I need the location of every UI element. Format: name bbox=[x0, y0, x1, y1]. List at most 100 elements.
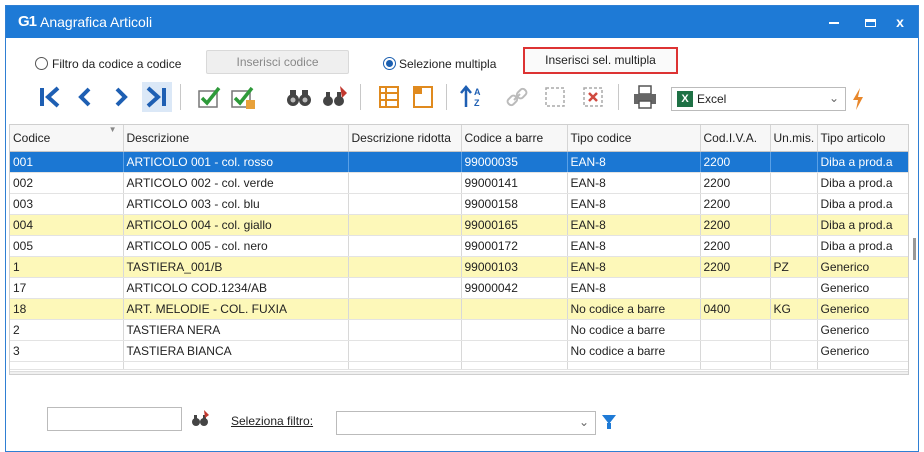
columns-icon[interactable] bbox=[374, 82, 404, 112]
table-cell-ridotta bbox=[348, 277, 462, 299]
column-header[interactable]: Tipo codice bbox=[567, 125, 701, 152]
export-format-select[interactable]: X Excel ⌄ bbox=[671, 87, 846, 111]
table-cell-ridotta bbox=[348, 319, 462, 341]
table-cell-tipo: EAN-8 bbox=[567, 151, 701, 173]
table-row[interactable]: 002 ARTICOLO 002 - col. verde 99000141 EAN-… bbox=[10, 172, 908, 194]
table-row[interactable]: 005 ARTICOLO 005 - col. nero 99000172 EAN-8… bbox=[10, 235, 908, 257]
first-record-icon[interactable] bbox=[34, 82, 64, 112]
table-row[interactable]: 003 ARTICOLO 003 - col. blu 99000158 EAN-8 2… bbox=[10, 193, 908, 215]
sort-az-icon[interactable]: A Z bbox=[458, 82, 488, 112]
close-icon: x bbox=[896, 14, 904, 30]
check-icon[interactable] bbox=[194, 82, 224, 112]
link-icon[interactable] bbox=[502, 82, 532, 112]
table-cell-codice: 005 bbox=[10, 235, 124, 257]
table-row[interactable]: 2 TASTIERA NERA No codice a barre Generico bbox=[10, 319, 908, 341]
table-cell-descrizione: ARTICOLO 005 - col. nero bbox=[123, 235, 349, 257]
table-row[interactable]: 18 ART. MELODIE - COL. FUXIA No codice a b… bbox=[10, 298, 908, 320]
table-cell-descrizione: ARTICOLO 004 - col. giallo bbox=[123, 214, 349, 236]
vertical-scrollbar-thumb[interactable] bbox=[913, 238, 916, 260]
table-cell-ridotta bbox=[348, 235, 462, 257]
table-cell-empty bbox=[10, 361, 124, 370]
table-cell-um bbox=[770, 172, 818, 194]
articles-table: Codice ▼ Descrizione Descrizione ridotta … bbox=[10, 125, 908, 370]
check-edit-icon[interactable] bbox=[228, 82, 258, 112]
table-cell-iva: 0400 bbox=[700, 298, 771, 320]
table-row[interactable]: 1 TASTIERA_001/B 99000103 EAN-8 2200 PZ Generi… bbox=[10, 256, 908, 278]
table-cell-tipo: EAN-8 bbox=[567, 214, 701, 236]
radio-multi-select[interactable] bbox=[383, 57, 396, 70]
search-user-icon[interactable] bbox=[320, 82, 350, 112]
last-record-icon[interactable] bbox=[142, 82, 172, 112]
table-cell-descrizione: TASTIERA NERA bbox=[123, 319, 349, 341]
table-cell-codice: 17 bbox=[10, 277, 124, 299]
table-cell-empty bbox=[123, 361, 349, 370]
toolbar-separator bbox=[618, 84, 619, 110]
column-header[interactable]: Codice ▼ bbox=[10, 125, 124, 152]
table-cell-barre: 99000042 bbox=[461, 277, 568, 299]
table-cell-articolo: Diba a prod.a bbox=[817, 214, 908, 236]
table-cell-um bbox=[770, 340, 818, 362]
column-header[interactable]: Codice a barre bbox=[461, 125, 568, 152]
articles-grid[interactable]: Codice ▼ Descrizione Descrizione ridotta … bbox=[9, 124, 909, 375]
table-cell-barre: 99000158 bbox=[461, 193, 568, 215]
table-row[interactable]: 17 ARTICOLO COD.1234/AB 99000042 EAN-8 Gener… bbox=[10, 277, 908, 299]
table-cell-empty bbox=[461, 361, 568, 370]
table-row[interactable]: 001 ARTICOLO 001 - col. rosso 99000035 EAN-… bbox=[10, 151, 908, 173]
insert-code-button[interactable]: Inserisci codice bbox=[206, 50, 349, 74]
table-cell-iva bbox=[700, 277, 771, 299]
select-frame-icon[interactable] bbox=[540, 82, 570, 112]
column-header[interactable]: Descrizione bbox=[123, 125, 349, 152]
column-header[interactable]: Tipo articolo bbox=[817, 125, 908, 152]
table-cell-iva bbox=[700, 319, 771, 341]
table-cell-barre bbox=[461, 319, 568, 341]
toolbar-separator bbox=[360, 84, 361, 110]
radio-code-range[interactable] bbox=[35, 57, 48, 70]
table-cell-descrizione: TASTIERA_001/B bbox=[123, 256, 349, 278]
lightning-icon[interactable] bbox=[850, 86, 866, 112]
filter-select[interactable]: ⌄ bbox=[336, 411, 596, 435]
table-cell-empty bbox=[567, 361, 701, 370]
minimize-button[interactable] bbox=[816, 6, 852, 38]
table-cell-articolo: Generico bbox=[817, 319, 908, 341]
table-cell-empty bbox=[770, 361, 818, 370]
column-header[interactable]: Cod.I.V.A. bbox=[700, 125, 771, 152]
table-cell-iva: 2200 bbox=[700, 193, 771, 215]
column-header[interactable]: Un.mis. bbox=[770, 125, 818, 152]
table-cell-tipo: EAN-8 bbox=[567, 235, 701, 257]
title-bar[interactable]: G1 Anagrafica Articoli x bbox=[6, 6, 918, 38]
column-header[interactable]: Descrizione ridotta bbox=[348, 125, 462, 152]
table-cell-tipo: EAN-8 bbox=[567, 277, 701, 299]
table-cell-articolo: Generico bbox=[817, 256, 908, 278]
table-cell-articolo: Diba a prod.a bbox=[817, 193, 908, 215]
next-record-icon[interactable] bbox=[106, 82, 136, 112]
table-cell-tipo: EAN-8 bbox=[567, 172, 701, 194]
window-title: Anagrafica Articoli bbox=[40, 14, 153, 30]
delete-icon[interactable] bbox=[578, 82, 608, 112]
table-cell-articolo: Diba a prod.a bbox=[817, 151, 908, 173]
code-search-input[interactable] bbox=[47, 407, 182, 431]
table-cell-codice: 002 bbox=[10, 172, 124, 194]
export-format-value: Excel bbox=[697, 92, 727, 106]
table-cell-um bbox=[770, 235, 818, 257]
table-row[interactable]: 004 ARTICOLO 004 - col. giallo 99000165 EAN… bbox=[10, 214, 908, 236]
binoculars-icon[interactable] bbox=[284, 82, 314, 112]
table-cell-descrizione: ARTICOLO 001 - col. rosso bbox=[123, 151, 349, 173]
page-corner-icon[interactable] bbox=[408, 82, 438, 112]
table-cell-um: PZ bbox=[770, 256, 818, 278]
table-cell-articolo: Generico bbox=[817, 277, 908, 299]
table-cell-barre: 99000103 bbox=[461, 256, 568, 278]
table-row-empty bbox=[10, 361, 908, 370]
close-button[interactable]: x bbox=[882, 6, 918, 38]
search-user-icon-small[interactable] bbox=[190, 410, 210, 428]
table-cell-codice: 18 bbox=[10, 298, 124, 320]
table-cell-barre bbox=[461, 298, 568, 320]
print-icon[interactable] bbox=[630, 82, 660, 112]
table-row[interactable]: 3 TASTIERA BIANCA No codice a barre Generic… bbox=[10, 340, 908, 362]
app-logo-icon: G1 bbox=[18, 13, 37, 30]
insert-multi-select-button[interactable]: Inserisci sel. multipla bbox=[523, 47, 678, 74]
table-cell-articolo: Generico bbox=[817, 340, 908, 362]
previous-record-icon[interactable] bbox=[70, 82, 100, 112]
table-cell-barre: 99000165 bbox=[461, 214, 568, 236]
svg-text:Z: Z bbox=[474, 98, 480, 108]
table-cell-descrizione: ARTICOLO COD.1234/AB bbox=[123, 277, 349, 299]
